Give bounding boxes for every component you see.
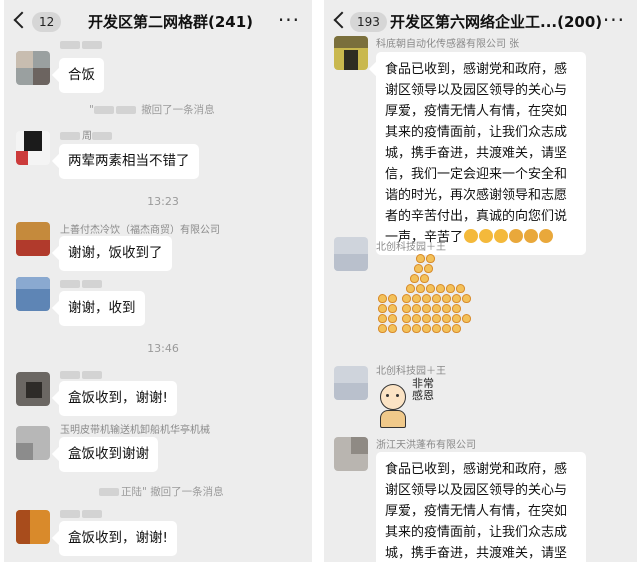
chat-window-left: 12 开发区第二网格群(241) ··· 合饭 " 撤回了一条消息 周 两荤两素…	[4, 0, 312, 562]
message-bubble[interactable]: 谢谢，饭收到了	[59, 236, 172, 271]
timestamp: 13:23	[147, 195, 179, 208]
sender-name: 北创科技园＋王	[376, 242, 446, 253]
sender-name: 上善付杰冷饮（福杰商贸）有限公司	[60, 225, 220, 236]
thank-you-sticker[interactable]: 非常感恩	[376, 374, 438, 430]
sender-name	[60, 370, 104, 381]
avatar[interactable]	[334, 237, 368, 271]
sender-name: 周	[60, 127, 114, 142]
avatar[interactable]	[334, 437, 368, 471]
more-dots-icon[interactable]: ···	[603, 8, 625, 32]
avatar[interactable]	[334, 366, 368, 400]
sticker-caption: 非常感恩	[412, 377, 434, 402]
message-bubble[interactable]: 食品已收到，感谢党和政府，感谢区领导以及园区领导的关心与厚爱，疫情无情人有情，在…	[376, 452, 586, 562]
chat-title: 开发区第六网络企业工...(200)	[390, 13, 603, 31]
avatar[interactable]	[16, 131, 50, 165]
thumbs-up-sticker[interactable]	[376, 252, 472, 342]
avatar[interactable]	[16, 510, 50, 544]
sender-name	[60, 40, 104, 51]
message-text: 食品已收到，感谢党和政府，感谢区领导以及园区领导的关心与厚爱，疫情无情人有情，在…	[385, 62, 568, 245]
message-bubble[interactable]: 两荤两素相当不错了	[59, 144, 199, 179]
unread-count-badge[interactable]: 193	[350, 12, 387, 32]
chat-title: 开发区第二网格群(241)	[88, 13, 254, 31]
unread-count-badge[interactable]: 12	[32, 12, 62, 32]
message-bubble[interactable]: 盒饭收到谢谢	[59, 437, 158, 472]
avatar[interactable]	[16, 222, 50, 256]
message-bubble[interactable]: 食品已收到，感谢党和政府，感谢区领导以及园区领导的关心与厚爱，疫情无情人有情，在…	[376, 52, 586, 255]
chat-header: 12 开发区第二网格群(241) ···	[4, 0, 312, 44]
avatar[interactable]	[16, 51, 50, 85]
message-bubble[interactable]: 盒饭收到，谢谢!	[59, 381, 177, 416]
message-bubble[interactable]: 盒饭收到，谢谢!	[59, 521, 177, 556]
more-dots-icon[interactable]: ···	[278, 8, 300, 32]
sender-name: 玉明皮带机输送机卸船机华亭机械	[60, 425, 210, 436]
avatar[interactable]	[16, 277, 50, 311]
avatar[interactable]	[334, 36, 368, 70]
timestamp: 13:46	[147, 342, 179, 355]
message-bubble[interactable]: 谢谢，收到	[59, 291, 145, 326]
recall-notice: " 撤回了一条消息	[89, 104, 215, 116]
avatar[interactable]	[16, 426, 50, 460]
monk-face-icon	[380, 384, 406, 410]
clap-emoji-icon	[463, 229, 508, 245]
avatar[interactable]	[16, 372, 50, 406]
sender-name: 科底朝自动化传感器有限公司 张	[376, 39, 520, 50]
thumbs-up-emoji-icon	[508, 229, 553, 245]
sender-name	[60, 279, 104, 290]
sender-name: 浙江天洪蓬布有限公司	[376, 440, 476, 451]
sender-name	[60, 509, 104, 520]
chevron-left-icon[interactable]	[333, 11, 351, 29]
recall-notice: 正陆" 撤回了一条消息	[99, 484, 224, 499]
chat-window-right: 193 开发区第六网络企业工...(200) ··· 科底朝自动化传感器有限公司…	[324, 0, 637, 562]
message-bubble[interactable]: 合饭	[59, 58, 104, 93]
chevron-left-icon[interactable]	[13, 11, 31, 29]
